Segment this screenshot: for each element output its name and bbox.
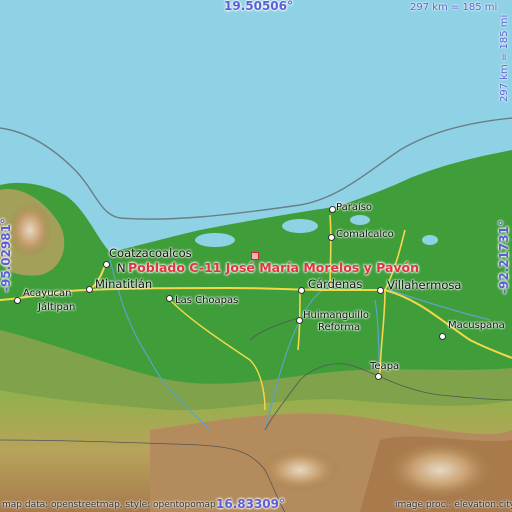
attribution-left: map data: openstreetmap, style: opentopo…	[2, 500, 216, 510]
city-label-n: N	[117, 261, 126, 275]
city-marker-paraiso[interactable]	[329, 206, 336, 213]
city-label-paraiso: Paraíso	[336, 202, 373, 213]
city-marker-las-choapas[interactable]	[166, 295, 173, 302]
place-label: Poblado C-11 José María Morelos y Pavón	[128, 260, 420, 275]
city-marker-huimanguillo[interactable]	[296, 317, 303, 324]
top-latitude-label: 19.50506°	[224, 0, 294, 13]
place-marker[interactable]	[251, 252, 259, 260]
city-marker-acayucan[interactable]	[14, 297, 21, 304]
city-label-macuspana: Macuspana	[448, 320, 505, 331]
city-label-coatzacoalcos: Coatzacoalcos	[109, 246, 192, 260]
map[interactable]: 19.50506° 16.83309° -95.02981° -92.21731…	[0, 0, 512, 512]
city-marker-minatitlan[interactable]	[86, 286, 93, 293]
city-label-minatitlan: Minatitlán	[95, 277, 153, 291]
attribution-right: image proc.: elevation.city	[395, 500, 512, 510]
bottom-latitude-label: 16.83309°	[216, 497, 286, 511]
city-label-reforma: Reforma	[318, 322, 361, 333]
city-label-comalcalco: Comalcalco	[336, 229, 394, 240]
city-marker-teapa[interactable]	[375, 373, 382, 380]
city-label-teapa: Teapa	[370, 361, 400, 372]
vertical-scale-label: 297 km = 185 mi	[499, 14, 510, 102]
right-longitude-label: -92.21731°	[497, 220, 511, 294]
city-label-huimanguillo: Huimanguillo	[303, 310, 369, 321]
city-label-las-choapas: Las Choapas	[175, 295, 239, 306]
horizontal-scale-label: 297 km = 185 mi	[410, 2, 498, 13]
city-marker-coatzacoalcos[interactable]	[103, 261, 110, 268]
left-longitude-label: -95.02981°	[0, 218, 13, 292]
city-marker-villahermosa[interactable]	[377, 287, 384, 294]
city-label-cardenas: Cárdenas	[308, 277, 363, 291]
city-marker-cardenas[interactable]	[298, 287, 305, 294]
city-label-villahermosa: Villahermosa	[387, 278, 462, 292]
city-label-acayucan: Acayucan	[23, 288, 72, 299]
city-label-jaltipan: Jáltipan	[38, 302, 76, 313]
city-marker-macuspana[interactable]	[439, 333, 446, 340]
city-marker-comalcalco[interactable]	[328, 234, 335, 241]
